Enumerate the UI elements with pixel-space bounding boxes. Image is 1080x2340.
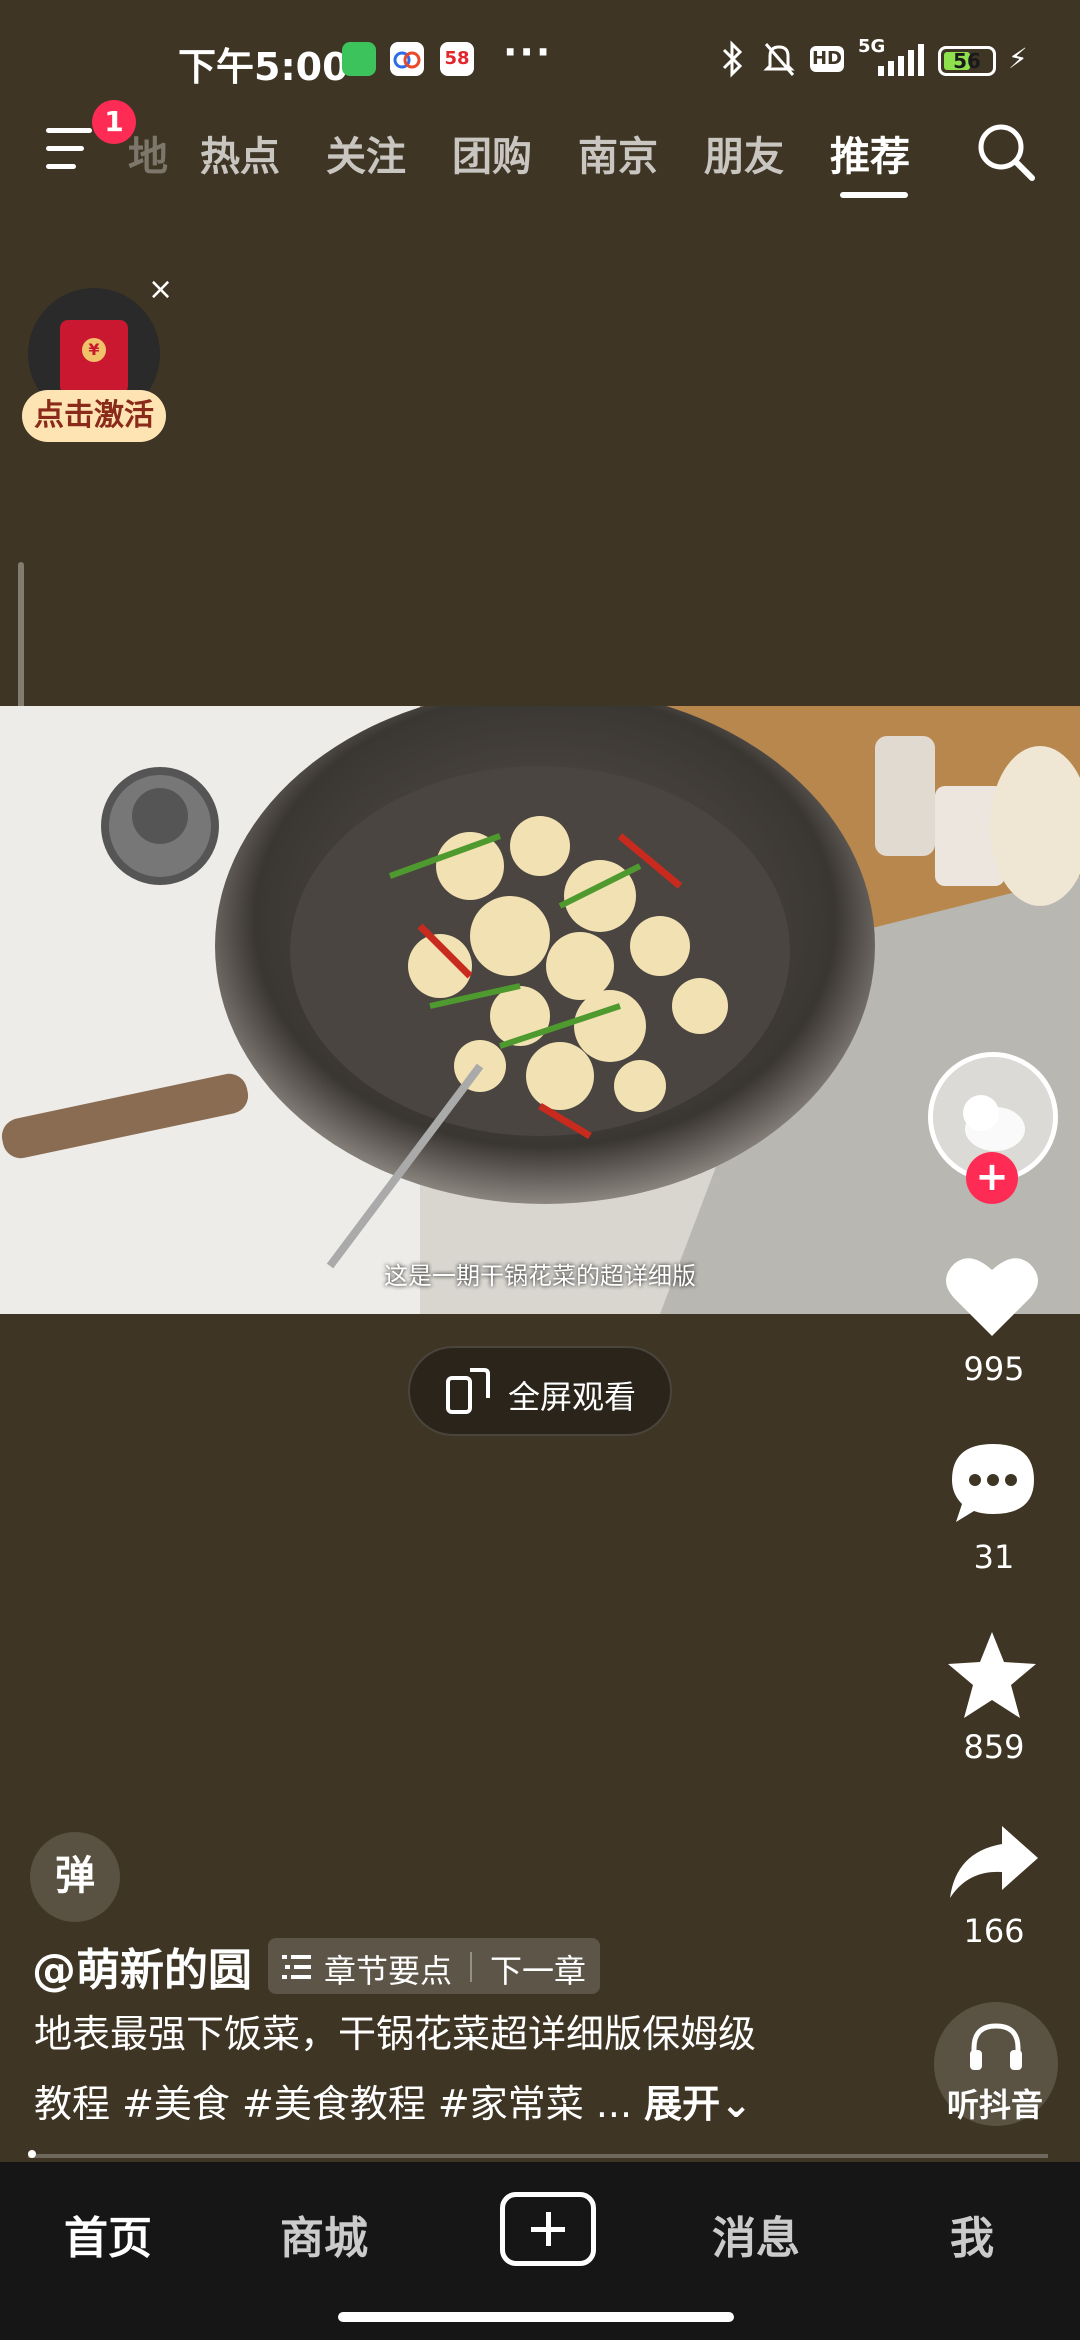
tab-group-buy[interactable]: 团购 [452,124,532,182]
hd-icon: HD [810,46,844,72]
comment-icon[interactable] [948,1440,1038,1526]
home-indicator [338,2312,734,2322]
status-time: 下午5:00 [178,45,349,89]
app-58-icon: 58 [440,42,474,76]
nav-me[interactable]: 我 [950,2202,994,2266]
nav-home[interactable]: 首页 [64,2202,152,2266]
bluetooth-icon [722,40,743,78]
menu-button[interactable] [46,124,100,174]
active-tab-indicator [840,192,908,198]
star-icon[interactable] [946,1630,1038,1720]
tab-friends[interactable]: 朋友 [704,124,784,182]
nav-mall[interactable]: 商城 [280,2202,368,2266]
follow-button[interactable]: + [966,1152,1018,1204]
create-post-button[interactable] [500,2192,596,2266]
next-chapter-button[interactable]: 下一章 [490,1946,586,1992]
video-frame [0,706,1080,1314]
search-icon[interactable] [974,120,1038,184]
video-progress-bar[interactable] [28,2154,1048,2158]
signal-icon [878,44,924,76]
yuan-coin-icon: ¥ [82,338,106,362]
chapter-points-button[interactable]: 章节要点 [324,1946,452,1992]
tab-nanjing[interactable]: 南京 [578,124,658,182]
fullscreen-label: 全屏观看 [508,1378,637,1416]
red-packet-activate-button[interactable]: 点击激活 [22,390,166,442]
like-count: 995 [963,1350,1025,1388]
video-player[interactable] [0,706,1080,1314]
scroll-indicator [18,562,24,722]
heart-icon[interactable] [944,1252,1040,1340]
list-icon [282,1955,311,1979]
expand-button[interactable]: 展开⌄ [644,2082,752,2126]
close-icon[interactable]: × [148,272,173,307]
more-notifications-icon: ··· [503,30,553,74]
battery-icon: 56 [938,46,996,76]
comment-count: 31 [973,1538,1015,1576]
post-description-line2: 教程 #美食 #美食教程 #家常菜 ... 展开⌄ [34,2074,854,2134]
tab-following[interactable]: 关注 [326,124,406,182]
app-notification-icon [342,42,376,76]
share-icon[interactable] [946,1822,1040,1902]
mute-bell-icon [763,43,795,76]
author-name[interactable]: @萌新的圆 [32,1934,252,1998]
tab-hot[interactable]: 热点 [200,124,280,182]
headphones-icon [970,2023,1022,2070]
status-bar: 下午5:00 58 ··· HD 5G 56 ⚡ [0,0,1080,120]
expand-label: 展开 [644,2082,721,2126]
battery-text: 56 [953,49,981,73]
charging-icon: ⚡ [1008,42,1028,75]
share-count: 166 [963,1912,1025,1950]
favorite-count: 859 [963,1728,1025,1766]
nav-messages[interactable]: 消息 [712,2202,800,2266]
chapter-divider [470,1952,472,1982]
post-description-text: 教程 #美食 #美食教程 #家常菜 ... [34,2082,633,2126]
post-description-line1: 地表最强下饭菜，干锅花菜超详细版保姆级 [34,2012,757,2056]
progress-knob[interactable] [28,2150,36,2158]
video-subtitle: 这是一期干锅花菜的超详细版 [384,1262,696,1290]
listen-douyin-label: 听抖音 [946,2086,1043,2124]
tab-location-partial[interactable]: 地 [128,124,168,182]
danmaku-toggle-button[interactable]: 弹 [30,1832,120,1922]
chevron-down-icon: ⌄ [720,2082,753,2126]
tab-recommended[interactable]: 推荐 [830,124,910,182]
cloud-app-icon [390,42,424,76]
rotate-screen-icon [446,1368,490,1414]
